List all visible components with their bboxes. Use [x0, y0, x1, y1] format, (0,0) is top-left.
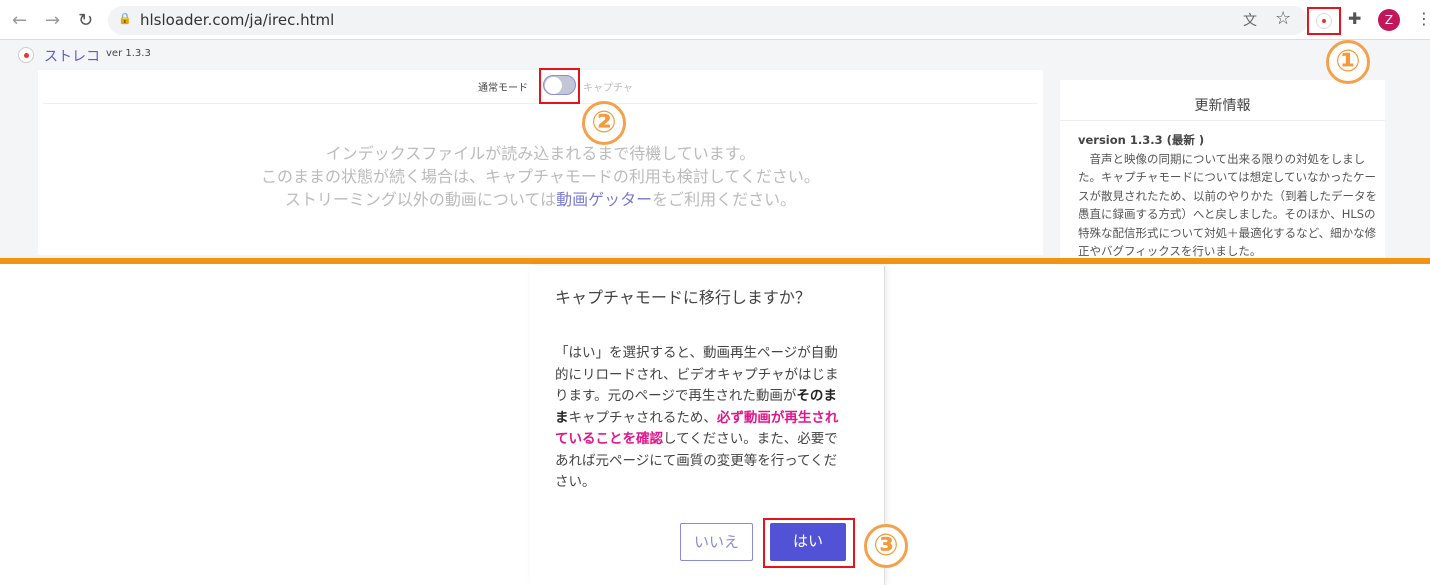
dialog-title: キャプチャモードに移行しますか？ — [555, 288, 811, 307]
video-getter-link[interactable]: 動画ゲッター — [556, 190, 652, 209]
star-icon[interactable]: ☆ — [1275, 8, 1291, 29]
stoleco-extension-icon[interactable] — [1316, 13, 1332, 29]
browser-toolbar: ← → ↻ hlsloader.com/ja/irec.html 🔒 文 ☆ ✚… — [0, 0, 1430, 40]
step-2-badge: ② — [582, 101, 626, 145]
url-text: hlsloader.com/ja/irec.html — [140, 11, 335, 29]
step-3-badge: ③ — [864, 524, 908, 568]
separator-line — [0, 258, 1430, 264]
stoleco-logo-icon — [18, 47, 34, 63]
reload-icon[interactable]: ↻ — [78, 10, 93, 31]
yes-highlight — [763, 518, 855, 568]
message-line: このままの状態が続く場合は、キャプチャモードの利用も検討してください。 — [261, 167, 820, 186]
version-label: ver 1.3.3 — [106, 48, 151, 59]
update-text: 音声と映像の同期について出来る限りの対処をしました。キャプチャモードについては想… — [1078, 151, 1377, 259]
message-line: をご利用ください。 — [652, 190, 797, 209]
bookmark-bar: ストレコ ver 1.3.3 — [0, 40, 1430, 70]
toggle-highlight — [539, 68, 580, 104]
message-line: ストリーミング以外の動画については — [284, 190, 557, 209]
step-1-badge: ① — [1326, 40, 1370, 84]
app-name-link[interactable]: ストレコ — [44, 46, 100, 66]
update-version: version 1.3.3 (最新 ) — [1078, 133, 1205, 147]
translate-icon[interactable]: 文 — [1243, 10, 1257, 30]
normal-mode-label: 通常モード — [478, 83, 528, 94]
avatar[interactable]: Z — [1378, 9, 1400, 31]
back-icon[interactable]: ← — [12, 10, 27, 31]
lock-icon: 🔒 — [118, 12, 132, 25]
forward-icon[interactable]: → — [45, 10, 60, 31]
extensions-puzzle-icon[interactable]: ✚ — [1348, 9, 1361, 28]
updates-panel: 更新情報 version 1.3.3 (最新 ) 音声と映像の同期について出来る… — [1060, 80, 1385, 260]
body-text: キャプチャされるため、 — [568, 409, 717, 426]
menu-icon[interactable]: ⋮ — [1416, 9, 1430, 28]
capture-mode-label: キャプチャ — [583, 83, 633, 94]
dialog-body: 「はい」を選択すると、動画再生ページが自動的にリロードされ、ビデオキャプチャがは… — [555, 343, 847, 494]
no-button[interactable]: いいえ — [680, 523, 753, 561]
message-line: インデックスファイルが読み込まれるまで待機しています。 — [325, 144, 756, 163]
updates-title: 更新情報 — [1060, 80, 1385, 121]
waiting-message: インデックスファイルが読み込まれるまで待機しています。 このままの状態が続く場合… — [38, 142, 1043, 211]
address-bar[interactable]: hlsloader.com/ja/irec.html — [108, 6, 1308, 35]
